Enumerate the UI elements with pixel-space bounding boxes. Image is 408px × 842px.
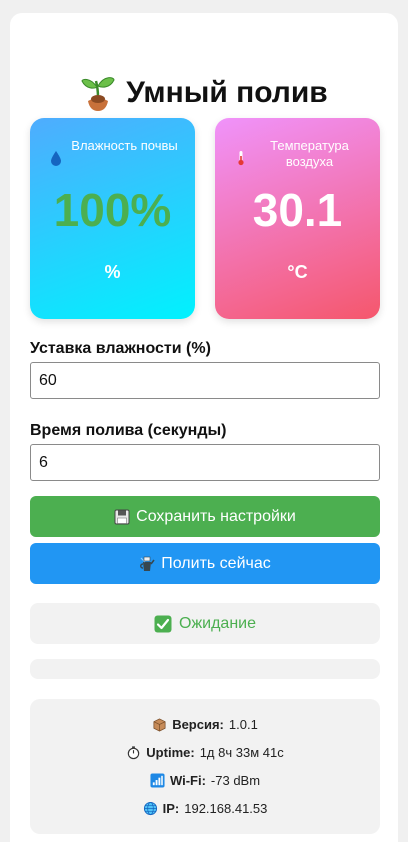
save-settings-button[interactable]: Сохранить настройки	[30, 496, 380, 537]
check-icon	[154, 615, 172, 632]
watering-can-icon	[140, 556, 155, 571]
temperature-value: 30.1	[252, 184, 343, 236]
temperature-unit: °C	[287, 262, 308, 282]
ip-value: 192.168.41.53	[184, 800, 268, 816]
uptime-label: Uptime:	[146, 744, 195, 760]
progress-bar	[30, 659, 380, 679]
wifi-row: Wi-Fi: -73 dBm	[30, 770, 380, 790]
duration-label: Время полива (секунды)	[30, 422, 227, 439]
status-indicator: Ожидание	[30, 603, 380, 644]
temperature-label: Температура воздуха	[270, 138, 349, 169]
ip-label: IP:	[162, 800, 180, 816]
version-value: 1.0.1	[228, 716, 258, 732]
humidity-unit: %	[104, 262, 121, 282]
save-settings-label: Сохранить настройки	[136, 507, 296, 525]
floppy-disk-icon	[114, 509, 130, 524]
package-icon	[153, 717, 166, 731]
globe-icon	[143, 801, 157, 815]
threshold-label: Уставка влажности (%)	[30, 340, 211, 357]
app-title: Умный полив	[126, 76, 328, 109]
threshold-input[interactable]	[30, 362, 380, 399]
version-row: Версия: 1.0.1	[30, 714, 380, 734]
humidity-label: Влажность почвы	[71, 138, 178, 153]
status-text: Ожидание	[179, 614, 256, 632]
device-info-panel: Версия: 1.0.1 Uptime: 1д 8ч 33м 41с Wi-F…	[30, 699, 380, 834]
signal-strength-icon	[150, 772, 165, 788]
water-now-label: Полить сейчас	[161, 554, 271, 572]
stopwatch-icon	[128, 745, 140, 759]
duration-input[interactable]	[30, 444, 380, 481]
main-card: Умный полив Влажность почвы 100% % Темпе…	[10, 13, 398, 842]
sprout-icon	[81, 77, 115, 111]
wifi-label: Wi-Fi:	[169, 772, 206, 788]
humidity-card: Влажность почвы 100% %	[30, 118, 195, 319]
page-title: Умный полив	[10, 71, 398, 115]
ip-row: IP: 192.168.41.53	[30, 798, 380, 818]
uptime-row: Uptime: 1д 8ч 33м 41с	[30, 742, 380, 762]
wifi-value: -73 dBm	[210, 772, 261, 788]
temperature-card: Температура воздуха 30.1 °C	[215, 118, 380, 319]
humidity-value: 100%	[53, 184, 172, 236]
water-now-button[interactable]: Полить сейчас	[30, 543, 380, 584]
version-label: Версия:	[172, 716, 224, 732]
uptime-value: 1д 8ч 33м 41с	[199, 744, 284, 760]
